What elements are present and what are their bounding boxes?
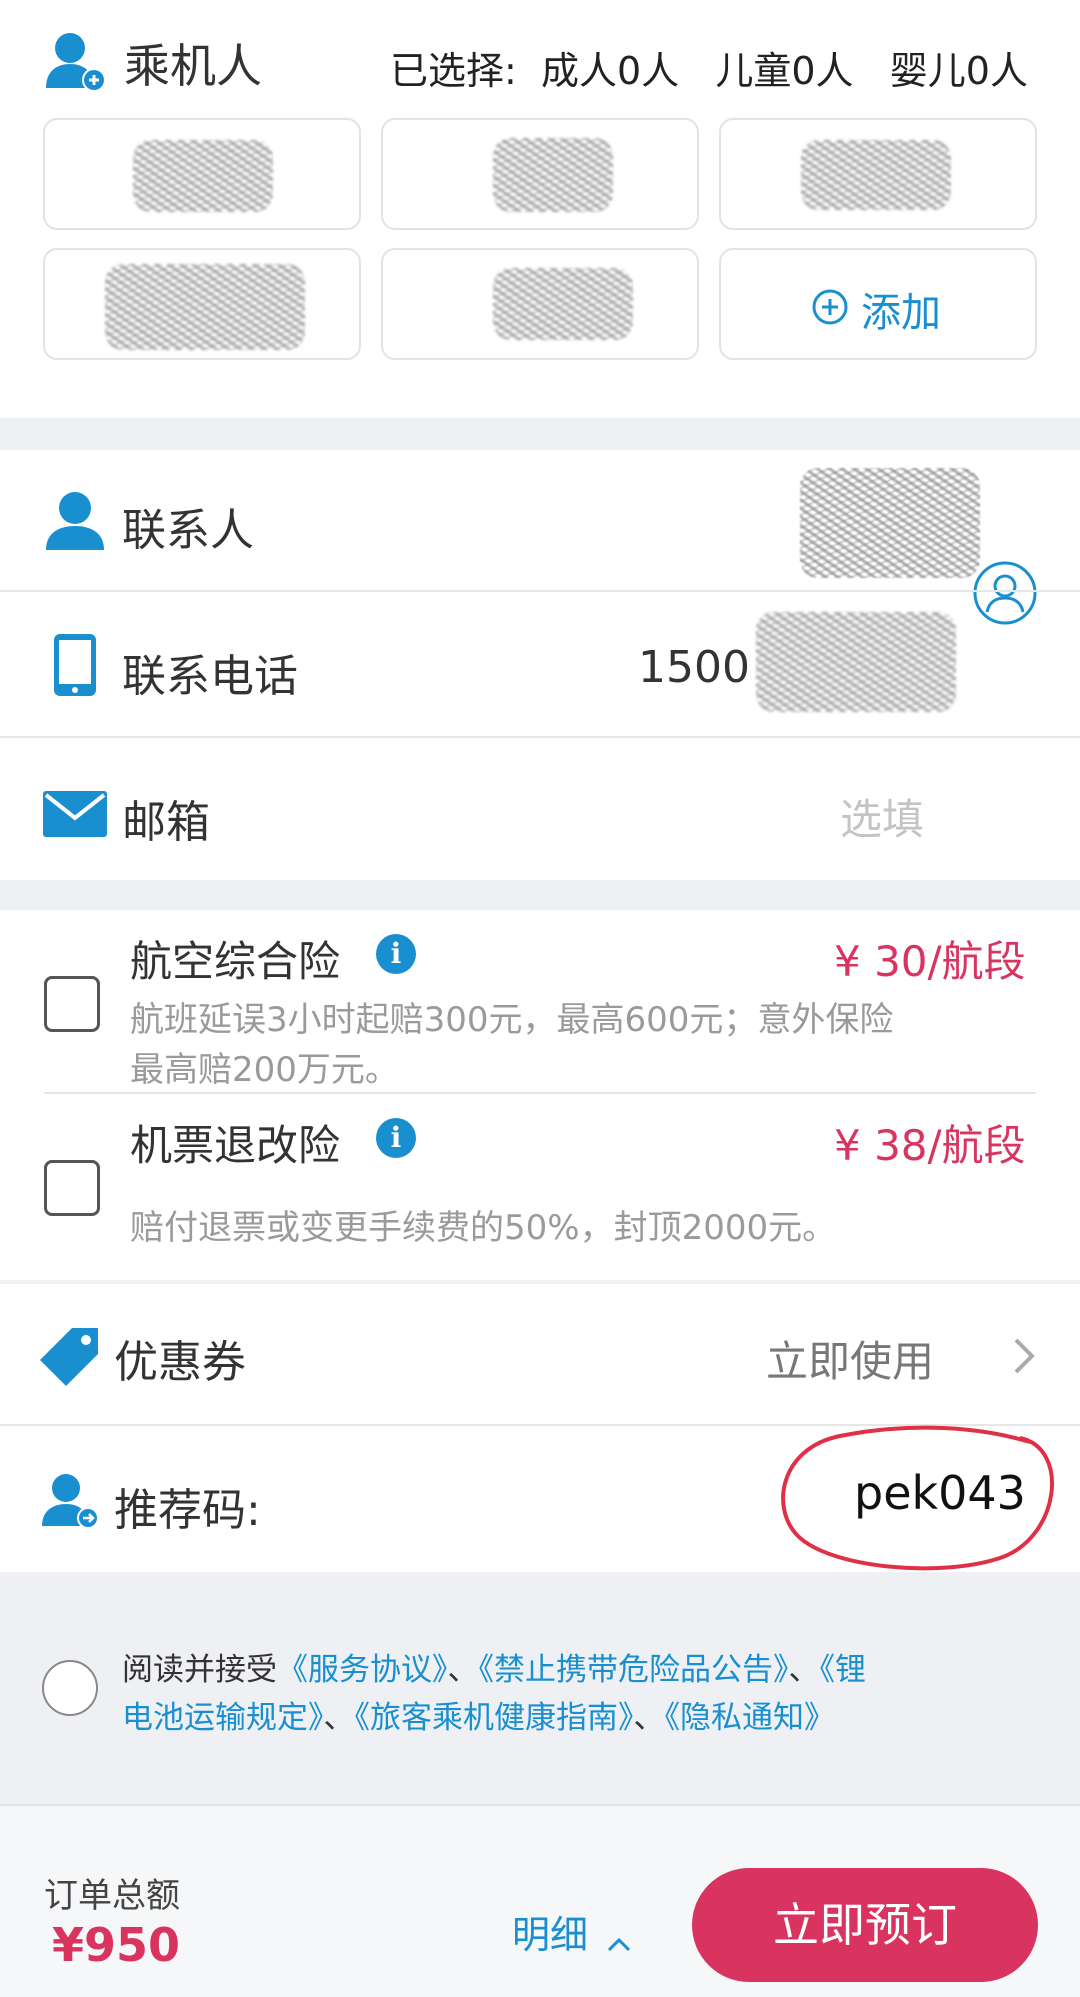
- phone-input[interactable]: 1500: [638, 642, 750, 693]
- info-icon[interactable]: i: [376, 1118, 416, 1158]
- coupon-row[interactable]: 优惠券 立即使用: [0, 1284, 1080, 1424]
- chevron-up-icon: [608, 1937, 631, 1951]
- email-label: 邮箱: [122, 797, 210, 848]
- redacted-name: [801, 140, 951, 210]
- passengers-title: 乘机人: [124, 39, 262, 93]
- details-toggle[interactable]: 明细: [512, 1904, 633, 1957]
- order-total-label: 订单总额: [44, 1876, 180, 1916]
- redacted-name: [493, 138, 613, 212]
- tag-icon: [40, 1328, 98, 1386]
- person-icon: [46, 492, 104, 550]
- redacted-name: [493, 268, 633, 340]
- passenger-card[interactable]: [381, 248, 699, 360]
- contact-name-label: 联系人: [122, 505, 254, 556]
- insurance-checkbox[interactable]: [44, 1160, 100, 1216]
- agreement-line-2: 电池运输规定》、《旅客乘机健康指南》、《隐私通知》: [122, 1692, 835, 1737]
- insurance-description: 赔付退票或变更手续费的50%，封顶2000元。: [130, 1208, 837, 1248]
- referral-label: 推荐码:: [114, 1485, 261, 1536]
- dangerous-goods-link[interactable]: 《禁止携带危险品公告》: [479, 1652, 789, 1688]
- redacted-contact-name[interactable]: [800, 468, 980, 578]
- privacy-notice-link[interactable]: 《隐私通知》: [665, 1700, 836, 1736]
- book-now-button[interactable]: 立即预订: [692, 1868, 1038, 1982]
- coupon-action[interactable]: 立即使用: [766, 1328, 934, 1389]
- passenger-selected-summary: 已选择: 成人0人 儿童0人 婴儿0人: [390, 49, 1028, 93]
- add-passenger-icon: [46, 33, 106, 92]
- add-passenger-button[interactable]: 添加: [719, 248, 1037, 360]
- coupon-label: 优惠券: [114, 1337, 246, 1388]
- passengers-section: 乘机人 已选择: 成人0人 儿童0人 婴儿0人 添加: [0, 0, 1080, 418]
- contact-book-icon[interactable]: [972, 560, 1038, 626]
- agreement-prefix: 阅读并接受: [122, 1652, 277, 1688]
- email-input[interactable]: 选填: [840, 786, 924, 847]
- details-label: 明细: [512, 1913, 589, 1957]
- separator: 、: [323, 1700, 355, 1736]
- insurance-price: ¥ 38/航段: [834, 1121, 1026, 1170]
- referrer-icon: [42, 1474, 99, 1529]
- phone-label: 联系电话: [122, 651, 298, 702]
- health-guide-link[interactable]: 《旅客乘机健康指南》: [355, 1700, 634, 1736]
- redacted-phone: [756, 612, 956, 712]
- mail-icon: [43, 791, 107, 837]
- divider: [0, 590, 1080, 592]
- chevron-right-icon: [1014, 1338, 1035, 1374]
- passenger-card[interactable]: [43, 118, 361, 230]
- order-total-value: ¥950: [52, 1918, 181, 1972]
- passenger-card[interactable]: [43, 248, 361, 360]
- passenger-card[interactable]: [719, 118, 1037, 230]
- agreement-line-1: 阅读并接受《服务协议》、《禁止携带危险品公告》、《锂: [122, 1644, 866, 1689]
- redacted-name: [133, 140, 273, 212]
- plus-circle-icon: [812, 289, 848, 325]
- divider: [44, 1092, 1036, 1094]
- lithium-battery-link[interactable]: 《锂: [820, 1652, 867, 1688]
- insurance-price: ¥ 30/航段: [834, 937, 1026, 986]
- service-agreement-link[interactable]: 《服务协议》: [277, 1652, 448, 1688]
- separator: 、: [633, 1700, 665, 1736]
- insurance-description: 最高赔200万元。: [130, 1050, 399, 1090]
- redacted-name: [105, 264, 305, 350]
- annotation-circle: [781, 1425, 1054, 1571]
- referral-row: 推荐码: pek043: [0, 1425, 1080, 1572]
- insurance-description: 航班延误3小时起赔300元，最高600元；意外保险: [130, 1000, 894, 1040]
- footer-bar: 订单总额 ¥950 明细 立即预订: [0, 1804, 1080, 1997]
- insurance-title: 航空综合险: [130, 937, 341, 986]
- info-icon[interactable]: i: [376, 934, 416, 974]
- separator: 、: [788, 1652, 820, 1688]
- passenger-card[interactable]: [381, 118, 699, 230]
- agreement-section: 阅读并接受《服务协议》、《禁止携带危险品公告》、《锂 电池运输规定》、《旅客乘机…: [0, 1572, 1080, 1804]
- insurance-checkbox[interactable]: [44, 976, 100, 1032]
- insurance-title: 机票退改险: [130, 1121, 341, 1170]
- add-passenger-label: 添加: [861, 290, 941, 336]
- separator: 、: [447, 1652, 479, 1688]
- phone-icon: [54, 634, 96, 696]
- agreement-radio[interactable]: [42, 1660, 98, 1716]
- lithium-battery-link-cont[interactable]: 电池运输规定》: [122, 1700, 324, 1736]
- divider: [0, 736, 1080, 738]
